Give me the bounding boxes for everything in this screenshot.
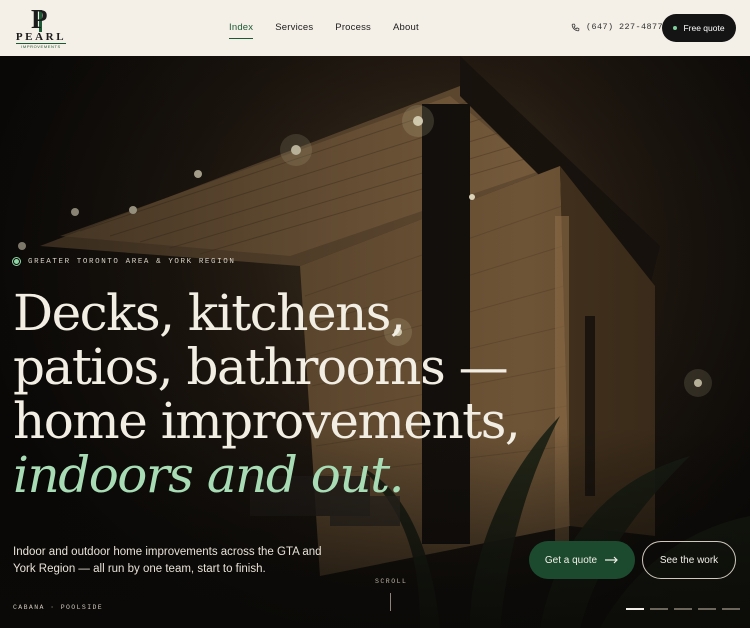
headline-accent: indoors and out. xyxy=(13,446,405,504)
brand-tagline: IMPROVEMENTS xyxy=(16,43,66,49)
nav-item-about[interactable]: About xyxy=(393,22,419,39)
phone-link[interactable]: (647) 227-4877 xyxy=(571,22,663,32)
site-header: P PEARL IMPROVEMENTS Index Services Proc… xyxy=(0,0,750,56)
slide-indicator[interactable] xyxy=(650,608,668,610)
brand-logo[interactable]: P PEARL IMPROVEMENTS xyxy=(12,4,70,49)
get-quote-button[interactable]: Get a quote xyxy=(529,541,635,579)
headline-line-1: Decks, kitchens, xyxy=(13,284,406,342)
hero-lead: Indoor and outdoor home improvements acr… xyxy=(13,546,322,575)
slide-indicator[interactable] xyxy=(698,608,716,610)
headline-line-2: patios, bathrooms — xyxy=(13,338,509,396)
free-quote-button[interactable]: Free quote xyxy=(662,14,736,42)
headline-line-3: home improvements, xyxy=(13,392,521,450)
slide-indicator[interactable] xyxy=(674,608,692,610)
brand-name: PEARL xyxy=(15,31,67,43)
phone-number: (647) 227-4877 xyxy=(586,22,664,32)
arrow-right-icon xyxy=(605,556,618,564)
eyebrow-text: GREATER TORONTO AREA & YORK REGION xyxy=(28,257,236,266)
nav-item-index[interactable]: Index xyxy=(229,22,254,39)
hero-headline: Decks, kitchens, patios, bathrooms — hom… xyxy=(13,284,521,504)
phone-icon xyxy=(571,23,580,31)
logo-mark: P xyxy=(31,4,48,34)
see-work-button[interactable]: See the work xyxy=(642,541,736,579)
hero-section: GREATER TORONTO AREA & YORK REGION Decks… xyxy=(0,56,750,628)
nav-item-process[interactable]: Process xyxy=(335,22,371,39)
get-quote-label: Get a quote xyxy=(544,554,598,566)
image-caption: CABANA · POOLSIDE xyxy=(13,604,104,611)
slide-indicator[interactable] xyxy=(722,608,740,610)
main-nav: Index Services Process About xyxy=(229,22,419,39)
status-dot-icon xyxy=(673,26,678,30)
free-quote-label: Free quote xyxy=(683,23,725,33)
slide-indicator[interactable] xyxy=(626,608,644,610)
slide-indicators xyxy=(626,608,740,610)
hero-eyebrow: GREATER TORONTO AREA & YORK REGION xyxy=(12,257,235,266)
nav-item-services[interactable]: Services xyxy=(275,22,313,39)
scroll-indicator[interactable]: SCROLL xyxy=(375,578,407,585)
scroll-line xyxy=(390,593,391,611)
location-dot-icon xyxy=(12,257,21,266)
